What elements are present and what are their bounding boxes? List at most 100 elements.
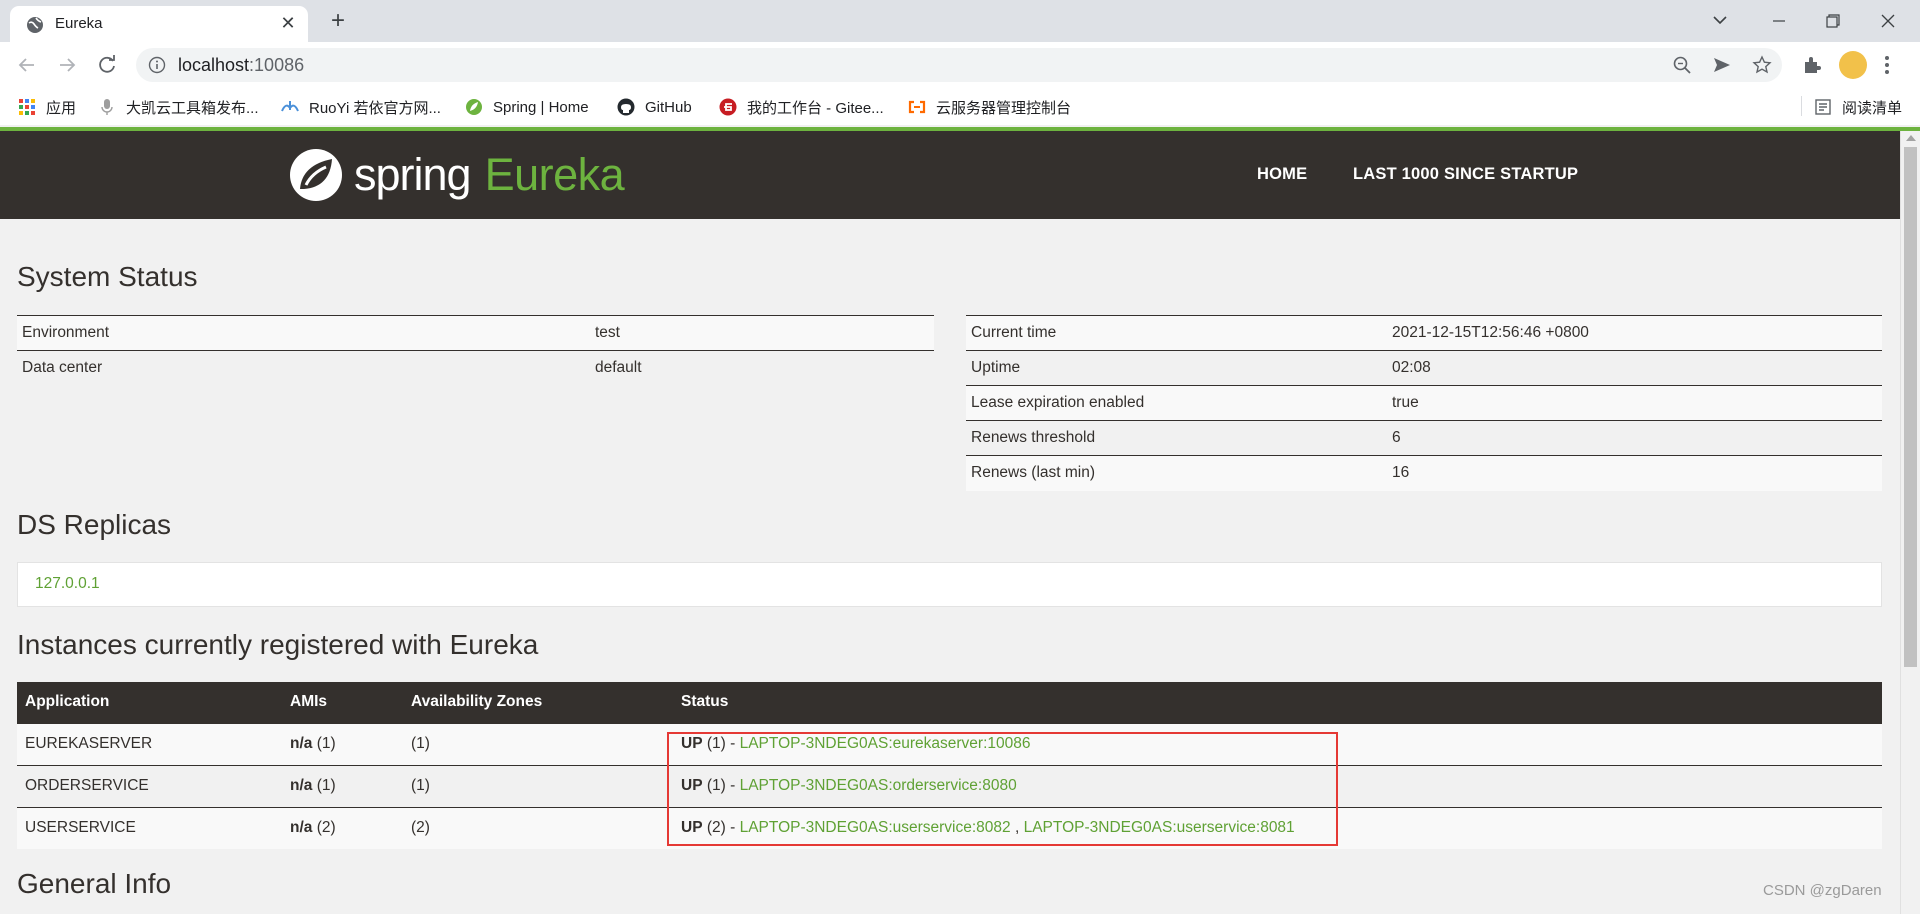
table-row: EUREKASERVER n/a (1) (1) UP (1) - LAPTOP… — [17, 722, 1882, 765]
close-window-icon[interactable] — [1873, 6, 1903, 36]
spring-eureka-logo[interactable]: spring Eureka — [288, 145, 625, 205]
stat-value: 16 — [1387, 455, 1882, 491]
nav-last-1000[interactable]: LAST 1000 SINCE STARTUP — [1353, 165, 1578, 184]
table-row: Current time 2021-12-15T12:56:46 +0800 — [966, 315, 1882, 351]
zones-cell: (1) — [403, 764, 673, 807]
ami-count: (2) — [312, 819, 336, 837]
chevron-down-icon[interactable] — [1710, 10, 1730, 30]
status-up: UP — [681, 777, 703, 794]
general-info-title: General Info — [17, 868, 172, 899]
bookmark-label: GitHub — [645, 98, 692, 116]
bookmark-dakaiyun[interactable]: 大凯云工具箱发布... — [98, 96, 259, 118]
back-arrow-icon[interactable] — [14, 52, 40, 78]
apps-grid-icon — [19, 99, 35, 115]
application-name: ORDERSERVICE — [17, 764, 282, 807]
address-bar[interactable]: localhost:10086 — [136, 48, 1782, 82]
bookmark-aliyun[interactable]: 云服务器管理控制台 — [908, 96, 1071, 118]
browser-toolbar: localhost:10086 — [0, 42, 1920, 88]
browser-tab[interactable]: Eureka ✕ — [10, 6, 308, 42]
browser-tab-strip: Eureka ✕ + — [0, 0, 1920, 42]
tab-title: Eureka — [55, 15, 103, 32]
bookmark-label: 应用 — [46, 99, 77, 117]
instances-table: Application AMIs Availability Zones Stat… — [17, 682, 1882, 849]
stat-value: default — [590, 350, 934, 386]
status-cell: UP (1) - LAPTOP-3NDEG0AS:orderservice:80… — [673, 764, 1882, 807]
table-header-row: Application AMIs Availability Zones Stat… — [17, 682, 1882, 723]
github-icon — [617, 98, 635, 116]
table-row: Environment test — [17, 315, 934, 351]
status-count: (1) - — [702, 735, 740, 752]
close-tab-icon[interactable]: ✕ — [278, 13, 298, 33]
status-count: (1) - — [702, 777, 740, 794]
logo-eureka-text: Eureka — [484, 149, 625, 200]
bookmark-label: 我的工作台 - Gitee... — [747, 99, 884, 117]
stat-label: Current time — [966, 315, 1387, 351]
system-status-right-table: Current time 2021-12-15T12:56:46 +0800 U… — [966, 315, 1882, 491]
stat-value: 2021-12-15T12:56:46 +0800 — [1387, 315, 1882, 351]
info-icon[interactable] — [148, 56, 166, 74]
status-up: UP — [681, 735, 703, 752]
ami-count: (1) — [312, 777, 336, 794]
ami-value: n/a — [290, 819, 313, 837]
page-scrollbar[interactable] — [1900, 131, 1920, 914]
new-tab-icon[interactable]: + — [325, 8, 351, 34]
instance-link[interactable]: LAPTOP-3NDEG0AS:orderservice:8080 — [740, 777, 1017, 794]
profile-avatar[interactable] — [1839, 51, 1867, 79]
csdn-watermark: CSDN @zgDaren — [1763, 882, 1882, 899]
bookmark-gitee[interactable]: 我的工作台 - Gitee... — [719, 96, 884, 118]
link-separator: , — [1010, 819, 1024, 837]
bookmark-spring[interactable]: Spring | Home — [465, 96, 589, 118]
bookmark-label: 大凯云工具箱发布... — [126, 99, 259, 117]
table-row: Data center default — [17, 350, 934, 386]
stat-label: Data center — [17, 350, 590, 386]
more-menu-icon[interactable] — [1883, 54, 1891, 76]
ami-cell: n/a (2) — [282, 806, 403, 849]
ami-value: n/a — [290, 735, 313, 752]
instance-link[interactable]: LAPTOP-3NDEG0AS:userservice:8081 — [1024, 819, 1295, 836]
reading-list-icon — [1815, 99, 1831, 115]
column-header: Availability Zones — [403, 682, 673, 723]
reading-list[interactable]: 阅读清单 — [1814, 96, 1902, 118]
bookmark-label: 云服务器管理控制台 — [936, 99, 1072, 117]
aliyun-icon — [908, 100, 926, 114]
zoom-icon[interactable] — [1672, 55, 1692, 75]
instance-link[interactable]: LAPTOP-3NDEG0AS:eurekaserver:10086 — [740, 735, 1031, 752]
status-up: UP — [681, 819, 703, 837]
restore-window-icon[interactable] — [1818, 6, 1848, 36]
instance-link[interactable]: LAPTOP-3NDEG0AS:userservice:8082 — [740, 819, 1011, 836]
table-row: Renews (last min) 16 — [966, 455, 1882, 491]
bookmark-star-icon[interactable] — [1752, 55, 1772, 75]
extensions-icon[interactable] — [1801, 54, 1823, 76]
nav-home[interactable]: HOME — [1257, 165, 1307, 184]
stat-label: Lease expiration enabled — [966, 385, 1387, 421]
minimize-icon[interactable] — [1764, 6, 1794, 36]
globe-icon — [27, 17, 43, 33]
scroll-thumb[interactable] — [1904, 147, 1917, 667]
reload-icon[interactable] — [94, 52, 120, 78]
instances-title: Instances currently registered with Eure… — [17, 629, 539, 660]
system-status-left-table: Environment test Data center default — [17, 315, 934, 386]
send-icon[interactable] — [1712, 55, 1732, 75]
bookmark-apps[interactable]: 应用 — [18, 96, 76, 118]
status-count: (2) - — [702, 819, 740, 837]
bookmarks-bar: 应用 大凯云工具箱发布... RuoYi 若依官方网... Spring | H… — [0, 88, 1920, 125]
bookmark-label: Spring | Home — [493, 98, 589, 116]
stat-value: 6 — [1387, 420, 1882, 456]
replica-link[interactable]: 127.0.0.1 — [35, 575, 100, 593]
scroll-up-arrow-icon[interactable] — [1906, 135, 1916, 141]
ds-replicas-list: 127.0.0.1 — [17, 562, 1882, 607]
eureka-navbar: spring Eureka HOME LAST 1000 SINCE START… — [0, 131, 1900, 219]
url-port: :10086 — [249, 55, 305, 75]
bookmark-separator — [1801, 96, 1802, 116]
stat-value: 02:08 — [1387, 350, 1882, 386]
application-name: EUREKASERVER — [17, 722, 282, 765]
bookmark-ruoyi[interactable]: RuoYi 若依官方网... — [281, 96, 441, 118]
column-header: Application — [17, 682, 282, 723]
table-row: Renews threshold 6 — [966, 420, 1882, 456]
status-cell: UP (1) - LAPTOP-3NDEG0AS:eurekaserver:10… — [673, 722, 1882, 765]
stat-label: Environment — [17, 315, 590, 351]
bookmark-github[interactable]: GitHub — [617, 96, 692, 118]
stat-label: Uptime — [966, 350, 1387, 386]
stat-value: true — [1387, 385, 1882, 421]
forward-arrow-icon[interactable] — [54, 52, 80, 78]
